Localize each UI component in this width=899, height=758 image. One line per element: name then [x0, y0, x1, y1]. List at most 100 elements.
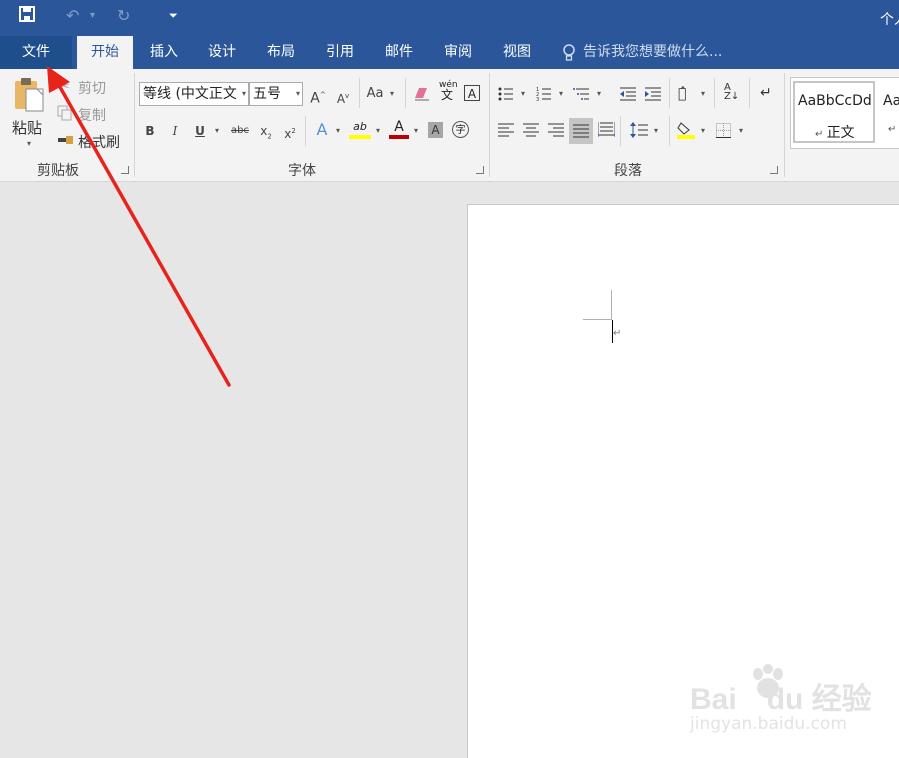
distributed-icon[interactable] — [597, 122, 616, 142]
scissors-icon: ✂ — [58, 79, 70, 95]
lightbulb-icon — [562, 44, 576, 66]
phonetic-guide-button[interactable]: wén 文 — [439, 80, 458, 102]
chevron-down-icon[interactable]: ▾ — [559, 84, 565, 104]
strikethrough-button[interactable]: abc — [228, 121, 252, 141]
watermark-brand: Bai — [690, 683, 737, 716]
align-left-icon[interactable] — [498, 123, 514, 141]
style-preview: AaBbCcDd — [798, 93, 872, 109]
tab-design[interactable]: 设计 — [198, 36, 246, 69]
chevron-down-icon[interactable]: ▾ — [242, 83, 246, 105]
font-color-button[interactable]: A — [389, 119, 409, 139]
bold-button[interactable]: B — [140, 121, 160, 141]
paragraph-mark-icon: ↵ — [613, 328, 621, 339]
style-name: ↵ 正文 — [815, 125, 855, 141]
show-marks-icon[interactable]: ↵ — [760, 85, 772, 101]
divider — [669, 78, 670, 108]
clipboard-launcher-icon[interactable] — [121, 166, 129, 174]
redo-icon[interactable]: ↻ — [117, 6, 130, 25]
paste-icon[interactable] — [12, 76, 46, 118]
paragraph-group-label: 段落 — [614, 163, 642, 179]
chevron-down-icon[interactable]: ▾ — [521, 84, 527, 104]
italic-button[interactable]: I — [165, 121, 185, 141]
format-painter-button[interactable]: 格式刷 — [78, 132, 120, 152]
paw-icon — [753, 664, 783, 698]
chinese-layout-icon[interactable]: 文̂ — [678, 86, 686, 102]
clear-formatting-icon[interactable] — [413, 86, 431, 106]
tab-view[interactable]: 视图 — [493, 36, 541, 69]
chevron-down-icon[interactable]: ▾ — [296, 83, 300, 105]
chevron-down-icon[interactable]: ▾ — [597, 84, 603, 104]
font-group-label: 字体 — [288, 163, 316, 179]
divider — [620, 116, 621, 146]
font-size-value: 五号 — [253, 86, 281, 102]
chevron-down-icon[interactable]: ▾ — [336, 121, 342, 141]
tab-file[interactable]: 文件 — [0, 36, 72, 69]
align-right-icon[interactable] — [548, 123, 564, 141]
chevron-down-icon[interactable]: ▾ — [414, 121, 420, 141]
tab-mailings[interactable]: 邮件 — [375, 36, 423, 69]
font-size-combo[interactable]: 五号 ▾ — [249, 82, 303, 106]
font-color-bar — [389, 135, 409, 139]
tell-me-search[interactable]: 告诉我您想要做什么... — [583, 36, 722, 69]
sort-icon[interactable]: A Z↓ — [724, 83, 739, 102]
paste-dropdown-icon[interactable]: ▾ — [27, 134, 33, 154]
decrease-indent-icon[interactable] — [619, 86, 637, 106]
bullets-icon[interactable] — [498, 86, 514, 106]
copy-button[interactable]: 复制 — [78, 105, 106, 125]
chevron-down-icon[interactable]: ▾ — [390, 84, 396, 104]
divider — [359, 78, 360, 108]
paragraph-launcher-icon[interactable] — [770, 166, 778, 174]
increase-indent-icon[interactable] — [644, 86, 662, 106]
save-icon[interactable] — [18, 5, 36, 27]
superscript-button[interactable]: x2 — [280, 121, 300, 141]
font-launcher-icon[interactable] — [476, 166, 484, 174]
numbering-icon[interactable]: 123 — [536, 86, 552, 106]
justify-button[interactable] — [569, 118, 593, 144]
enclose-characters-button[interactable]: 字 — [452, 121, 469, 138]
divider — [669, 116, 670, 146]
undo-icon[interactable]: ↶ — [66, 6, 79, 25]
tab-insert[interactable]: 插入 — [140, 36, 188, 69]
grow-font-button[interactable]: A^ — [308, 85, 328, 107]
cut-button[interactable]: 剪切 — [78, 78, 106, 98]
style-item-next[interactable]: Aa ↵ — [878, 81, 899, 143]
borders-icon[interactable] — [716, 123, 731, 142]
character-border-icon[interactable]: A — [464, 85, 480, 101]
character-shading-button[interactable]: A — [428, 122, 443, 138]
font-family-value: 等线 (中文正文 — [143, 86, 237, 102]
tab-references[interactable]: 引用 — [316, 36, 364, 69]
shrink-font-icon: A — [336, 92, 346, 106]
font-family-combo[interactable]: 等线 (中文正文 ▾ — [139, 82, 249, 106]
chevron-down-icon[interactable]: ▾ — [701, 121, 707, 141]
style-item-normal[interactable]: AaBbCcDd ↵ 正文 — [793, 81, 875, 143]
underline-button[interactable]: U — [190, 121, 210, 141]
chevron-down-icon[interactable]: ▾ — [701, 84, 707, 104]
format-painter-icon — [58, 133, 74, 151]
chevron-down-icon[interactable]: ▾ — [739, 121, 745, 141]
highlight-button[interactable]: ab — [349, 120, 371, 139]
text-effects-button[interactable]: A — [312, 120, 332, 140]
chevron-down-icon[interactable]: ▾ — [215, 121, 221, 141]
subscript-button[interactable]: x2 — [256, 121, 276, 141]
account-name[interactable]: 个人 — [880, 9, 899, 29]
group-divider — [784, 73, 785, 177]
divider — [749, 78, 750, 108]
tab-review[interactable]: 审阅 — [434, 36, 482, 69]
chevron-down-icon[interactable]: ▾ — [376, 121, 382, 141]
svg-text:3: 3 — [536, 97, 539, 102]
align-center-icon[interactable] — [523, 123, 539, 141]
divider — [305, 116, 306, 146]
divider — [714, 78, 715, 108]
shrink-font-button[interactable]: Av — [333, 86, 353, 106]
grow-font-icon: A — [310, 90, 320, 107]
tab-home[interactable]: 开始 — [77, 36, 133, 69]
change-case-button[interactable]: Aa — [365, 84, 385, 104]
multilevel-list-icon[interactable] — [573, 86, 591, 106]
tab-layout[interactable]: 布局 — [257, 36, 305, 69]
undo-dropdown-icon[interactable]: ▾ — [90, 10, 95, 21]
shading-icon[interactable] — [677, 121, 695, 143]
line-spacing-icon[interactable] — [630, 122, 648, 142]
font-color-icon: A — [394, 119, 404, 135]
customize-quick-access-icon[interactable]: ⏷ — [169, 9, 178, 23]
chevron-down-icon[interactable]: ▾ — [654, 121, 660, 141]
